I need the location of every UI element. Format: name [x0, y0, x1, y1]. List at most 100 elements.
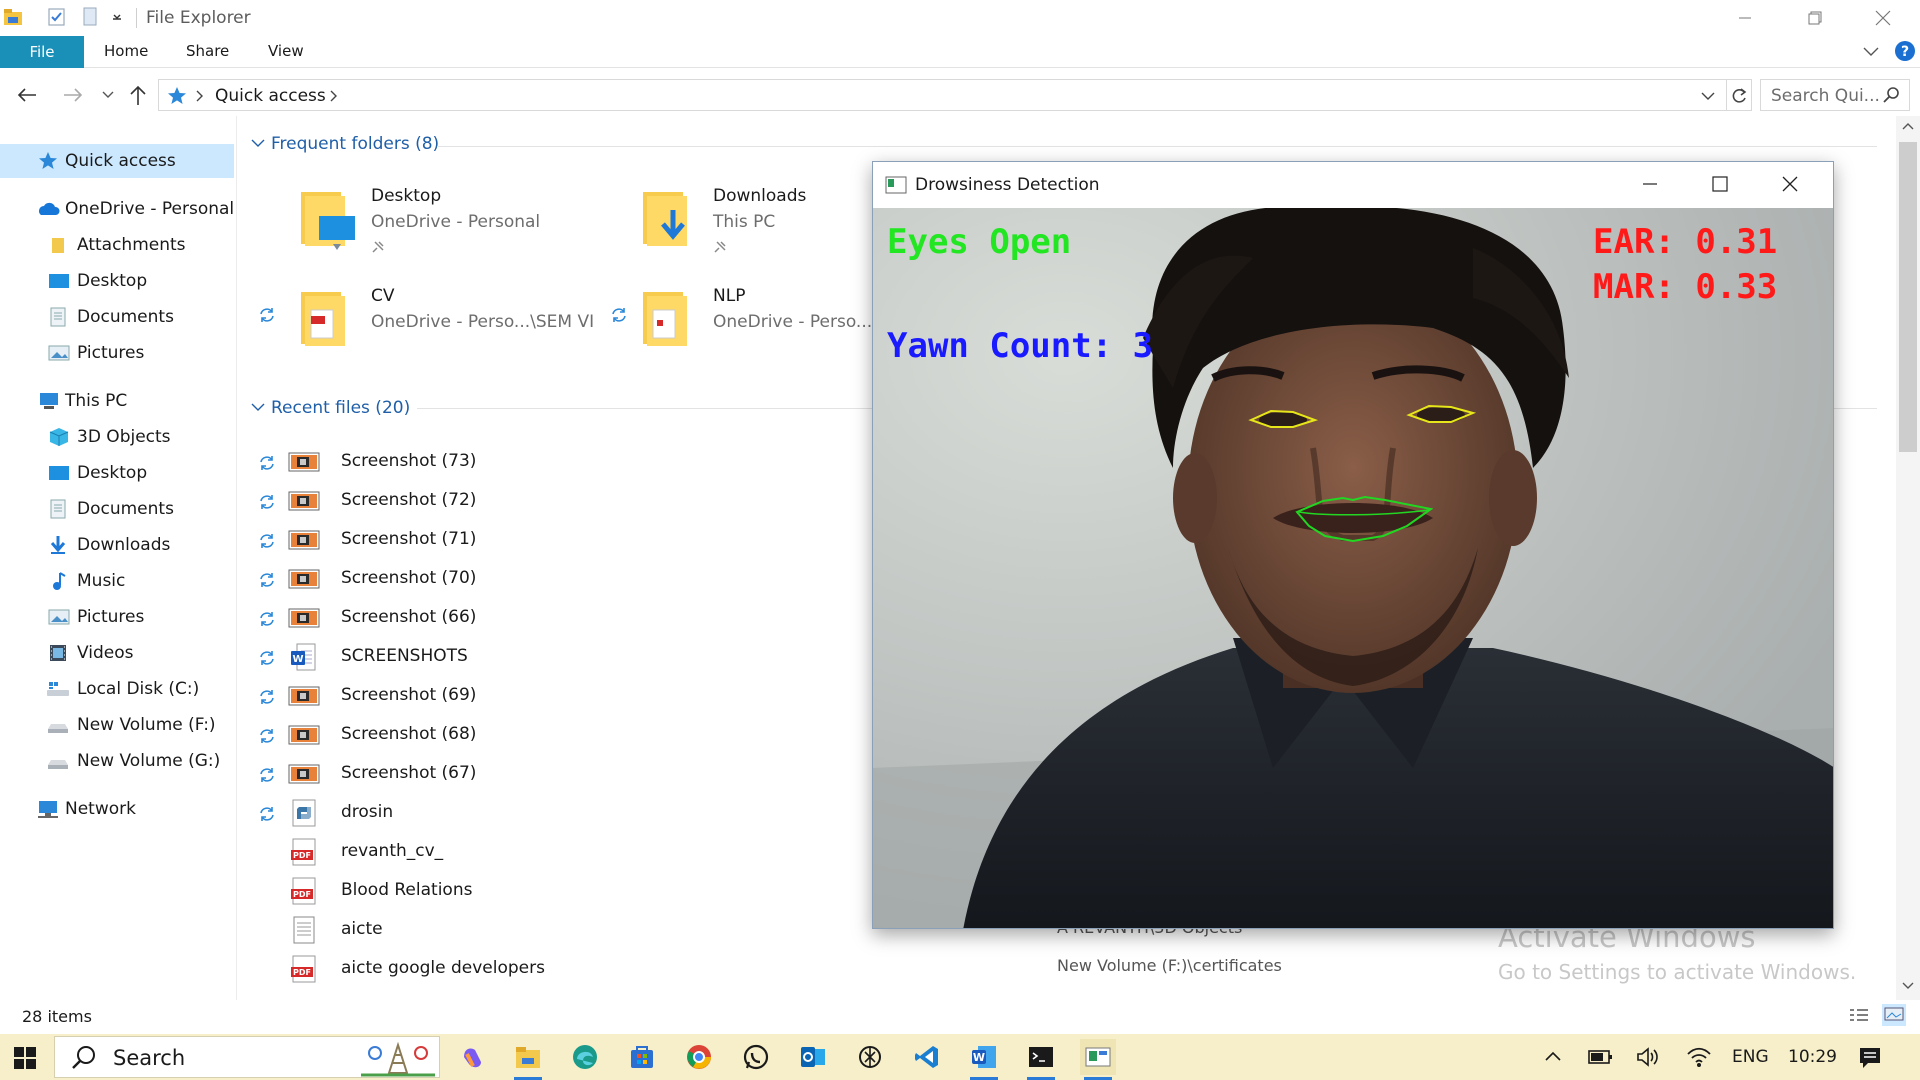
sidebar-item-onedrive[interactable]: OneDrive - Personal [0, 192, 234, 226]
recent-file-row[interactable]: drosin [257, 797, 877, 829]
recent-locations-icon[interactable] [102, 90, 114, 100]
recent-file-row[interactable]: Screenshot (72) [257, 485, 877, 517]
scroll-up-icon[interactable] [1902, 122, 1914, 130]
volume-icon[interactable] [1636, 1046, 1662, 1068]
sidebar-item-local-disk-c[interactable]: Local Disk (C:) [0, 672, 234, 706]
forward-icon[interactable] [62, 86, 84, 104]
sync-icon [257, 805, 277, 823]
help-icon[interactable]: ? [1894, 40, 1916, 62]
wifi-icon[interactable] [1686, 1046, 1712, 1068]
sidebar-item-documents-pc[interactable]: Documents [0, 492, 234, 526]
sidebar-item-network[interactable]: Network [0, 792, 234, 826]
properties-icon[interactable] [46, 6, 68, 28]
tab-share[interactable]: Share [186, 42, 229, 60]
expand-ribbon-icon[interactable] [1862, 44, 1880, 58]
sidebar-item-desktop[interactable]: Desktop [0, 264, 234, 298]
address-dropdown-icon[interactable] [1701, 90, 1715, 102]
search-input[interactable]: Search Qui... [1760, 79, 1910, 111]
vscode-icon[interactable] [909, 1039, 945, 1075]
sidebar-item-desktop-pc[interactable]: Desktop [0, 456, 234, 490]
tab-file[interactable]: File [0, 36, 84, 68]
word-icon[interactable]: W [966, 1039, 1002, 1075]
minimize-button[interactable] [1641, 175, 1659, 193]
sidebar-item-new-volume-f[interactable]: New Volume (F:) [0, 708, 234, 742]
language-indicator[interactable]: ENG [1732, 1047, 1769, 1067]
whatsapp-icon[interactable] [738, 1039, 774, 1075]
details-view-icon[interactable] [1848, 1006, 1870, 1026]
recent-file-row[interactable]: Screenshot (71) [257, 524, 877, 556]
large-icons-view-icon[interactable] [1882, 1004, 1906, 1026]
close-button[interactable] [1781, 175, 1799, 193]
sidebar-item-pictures-pc[interactable]: Pictures [0, 600, 234, 634]
frequent-folders-header[interactable]: Frequent folders (8) [271, 134, 439, 154]
scroll-down-icon[interactable] [1902, 982, 1914, 990]
frequent-folder-cv[interactable]: CV OneDrive - Perso...\SEM VI [257, 286, 637, 366]
collapse-chevron-icon[interactable] [251, 138, 265, 148]
sidebar-item-videos[interactable]: Videos [0, 636, 234, 670]
recent-file-row[interactable]: aicte [257, 914, 877, 946]
collapse-chevron-icon[interactable] [251, 402, 265, 412]
tab-home[interactable]: Home [104, 42, 148, 60]
outlook-icon[interactable] [795, 1039, 831, 1075]
new-folder-icon[interactable] [80, 6, 102, 28]
tab-view[interactable]: View [268, 42, 304, 60]
refresh-button[interactable] [1726, 79, 1752, 111]
drowsiness-title-bar[interactable]: Drowsiness Detection [873, 162, 1833, 208]
frequent-folder-desktop[interactable]: Desktop OneDrive - Personal [297, 186, 637, 266]
recent-file-row[interactable]: PDF Blood Relations [257, 875, 877, 907]
sidebar-item-documents[interactable]: Documents [0, 300, 234, 334]
maximize-button[interactable] [1711, 175, 1729, 193]
copilot-icon[interactable] [454, 1039, 490, 1075]
recent-file-row[interactable]: Screenshot (68) [257, 719, 877, 751]
recent-files-header[interactable]: Recent files (20) [271, 398, 410, 418]
breadcrumb-chevron-icon[interactable] [329, 90, 339, 102]
restore-button[interactable] [1780, 0, 1850, 36]
search-placeholder: Search Qui... [1771, 86, 1880, 106]
recent-file-row[interactable]: Screenshot (70) [257, 563, 877, 595]
address-bar[interactable]: Quick access [158, 79, 1727, 111]
show-hidden-icons-icon[interactable] [1544, 1050, 1562, 1062]
up-icon[interactable] [128, 84, 148, 106]
sidebar-item-3d-objects[interactable]: 3D Objects [0, 420, 234, 454]
vertical-scrollbar[interactable] [1896, 116, 1920, 1000]
file-explorer-icon[interactable] [510, 1039, 546, 1075]
back-icon[interactable] [16, 86, 38, 104]
customize-qat-icon[interactable] [110, 10, 124, 24]
sidebar-item-music[interactable]: Music [0, 564, 234, 598]
minimize-button[interactable] [1710, 0, 1780, 36]
notification-center-icon[interactable] [1858, 1046, 1882, 1070]
recent-file-row[interactable]: PDF revanth_cv_ [257, 836, 877, 868]
explorer-app-icon[interactable] [2, 6, 24, 28]
sidebar-item-label: Videos [77, 643, 134, 663]
taskbar-search-box[interactable]: Search [54, 1036, 440, 1078]
recent-file-row[interactable]: Screenshot (66) [257, 602, 877, 634]
sidebar-item-downloads[interactable]: Downloads [0, 528, 234, 562]
sidebar-item-quick-access[interactable]: Quick access [0, 144, 234, 178]
breadcrumb-chevron-icon[interactable] [195, 90, 205, 102]
sidebar-item-label: New Volume (G:) [77, 751, 221, 771]
sidebar-item-this-pc[interactable]: This PC [0, 384, 234, 418]
frequent-folder-nlp[interactable]: NLP OneDrive - Perso...\S [609, 286, 909, 366]
recent-file-row[interactable]: Screenshot (73) [257, 446, 877, 478]
recent-file-row[interactable]: Screenshot (67) [257, 758, 877, 790]
terminal-icon[interactable] [1023, 1039, 1059, 1075]
close-button[interactable] [1848, 0, 1918, 36]
chrome-icon[interactable] [681, 1039, 717, 1075]
scroll-thumb[interactable] [1899, 142, 1917, 452]
recent-file-row[interactable]: PDF aicte google developers [257, 953, 877, 985]
sidebar-item-pictures[interactable]: Pictures [0, 336, 234, 370]
drowsiness-detection-window[interactable]: Drowsiness Detection Eyes Open EAR: 0.31… [872, 161, 1834, 929]
sidebar-item-attachments[interactable]: Attachments [0, 228, 234, 262]
breadcrumb[interactable]: Quick access [215, 86, 326, 106]
clock[interactable]: 10:29 [1788, 1047, 1837, 1067]
sidebar-item-new-volume-g[interactable]: New Volume (G:) [0, 744, 234, 778]
edge-icon[interactable] [567, 1039, 603, 1075]
recent-file-row[interactable]: Screenshot (69) [257, 680, 877, 712]
chatgpt-icon[interactable] [852, 1039, 888, 1075]
recent-file-row[interactable]: W SCREENSHOTS [257, 641, 877, 673]
store-icon[interactable] [624, 1039, 660, 1075]
start-windows-icon[interactable] [14, 1047, 36, 1069]
desktop-icon [48, 271, 69, 291]
python-app-icon[interactable] [1080, 1039, 1116, 1075]
battery-icon[interactable] [1588, 1048, 1614, 1066]
